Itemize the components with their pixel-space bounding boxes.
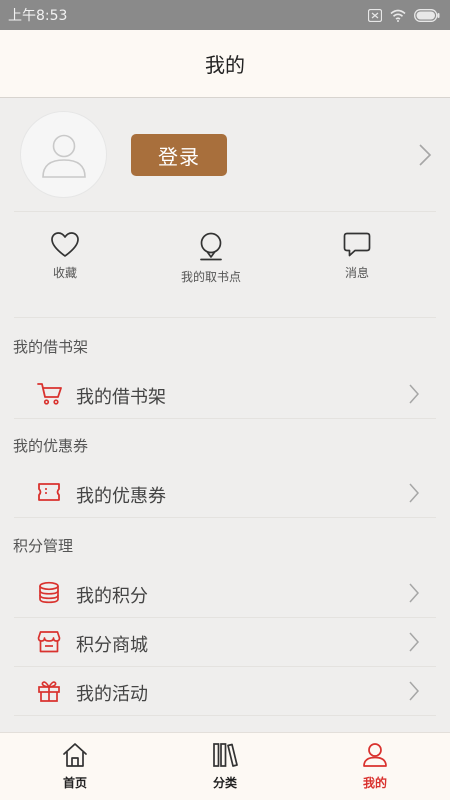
cart-icon	[37, 382, 63, 410]
default-avatar-icon	[41, 134, 86, 178]
section-title-points: 积分管理	[13, 537, 74, 555]
user-icon	[363, 743, 387, 767]
chevron-right-icon	[408, 482, 420, 508]
tab-home[interactable]: 首页	[20, 742, 130, 791]
message-bubble-icon	[343, 232, 371, 257]
battery-icon	[414, 8, 440, 22]
section-title-borrow-shelf: 我的借书架	[13, 338, 89, 356]
chevron-right-icon	[408, 383, 420, 409]
divider	[14, 211, 436, 212]
divider	[14, 418, 436, 419]
tab-categories[interactable]: 分类	[170, 742, 280, 791]
tab-label: 分类	[212, 776, 237, 790]
list-item-label: 我的借书架	[76, 387, 166, 408]
list-item-label: 我的优惠券	[76, 486, 166, 507]
list-item-coupons[interactable]: 我的优惠券	[0, 469, 450, 517]
home-icon	[63, 743, 87, 767]
tab-label: 我的	[362, 776, 387, 790]
quick-link-favorites[interactable]: 收藏	[10, 232, 120, 281]
quick-link-messages[interactable]: 消息	[302, 232, 412, 281]
list-item-label: 积分商城	[76, 635, 148, 656]
main-content: 登录 收藏 我的取书点 消息 我的借书架 我的借书架 我的优惠券 我的优惠券 积…	[0, 98, 450, 732]
quick-links: 收藏 我的取书点 消息	[0, 216, 450, 316]
status-time: 上午8:53	[8, 8, 68, 24]
quick-link-pickup-points[interactable]: 我的取书点	[156, 232, 266, 285]
sim-icon	[368, 8, 382, 22]
list-item-label: 我的活动	[76, 684, 148, 705]
coins-icon	[37, 581, 61, 609]
chevron-right-icon	[408, 680, 420, 706]
bottom-tab-bar: 首页 分类 我的	[0, 732, 450, 800]
login-button[interactable]: 登录	[131, 134, 227, 176]
heart-icon	[51, 232, 79, 257]
nav-bar: 我的	[0, 30, 450, 98]
tab-mine[interactable]: 我的	[320, 742, 430, 791]
chevron-right-icon	[408, 631, 420, 657]
list-item-my-points[interactable]: 我的积分	[0, 569, 450, 617]
list-item-label: 我的积分	[76, 586, 148, 607]
section-title-coupons: 我的优惠券	[13, 437, 89, 455]
location-pin-icon	[200, 232, 222, 261]
status-bar: 上午8:53	[0, 0, 450, 30]
chevron-right-icon[interactable]	[418, 143, 432, 171]
quick-link-label: 消息	[344, 266, 369, 280]
wifi-icon	[390, 9, 406, 22]
profile-card[interactable]: 登录	[0, 98, 450, 213]
tab-label: 首页	[62, 776, 87, 790]
list-item-my-activities[interactable]: 我的活动	[0, 667, 450, 715]
quick-link-label: 收藏	[52, 266, 77, 280]
divider	[14, 517, 436, 518]
list-item-points-mall[interactable]: 积分商城	[0, 618, 450, 666]
divider	[14, 317, 436, 318]
gift-icon	[37, 679, 61, 707]
divider	[14, 715, 436, 716]
status-icons	[368, 8, 440, 22]
store-icon	[37, 630, 61, 658]
books-icon	[213, 743, 238, 767]
chevron-right-icon	[408, 582, 420, 608]
ticket-icon	[37, 481, 61, 507]
avatar[interactable]	[20, 111, 107, 198]
quick-link-label: 我的取书点	[180, 270, 241, 284]
list-item-borrow-shelf[interactable]: 我的借书架	[0, 370, 450, 418]
page-title: 我的	[205, 53, 245, 77]
